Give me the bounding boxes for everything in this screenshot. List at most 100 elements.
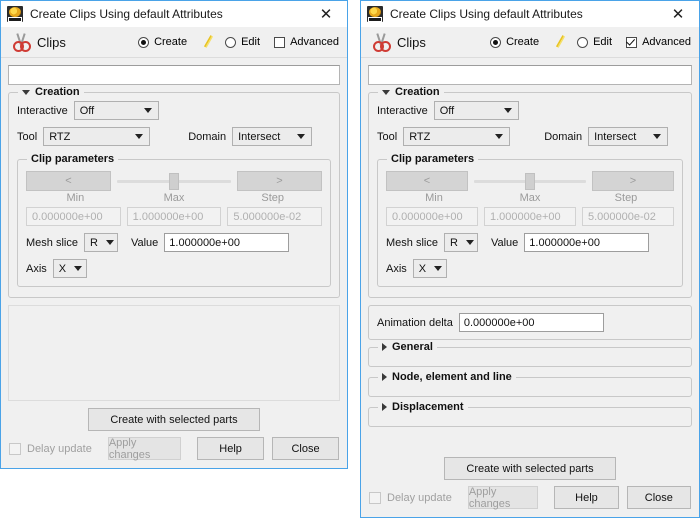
axis-select[interactable]: X <box>52 259 87 278</box>
domain-label: Domain <box>544 130 583 143</box>
checkbox-advanced-label: Advanced <box>290 36 339 48</box>
displacement-section[interactable]: Displacement <box>368 401 692 427</box>
step-input[interactable]: 5.000000e-02 <box>582 207 674 226</box>
chevron-down-icon <box>653 134 662 139</box>
mode-header: Clips Create Edit Advanced <box>1 27 347 58</box>
interactive-row: Interactive Off <box>17 101 331 120</box>
clip-name-input[interactable] <box>8 65 340 85</box>
chevron-down-icon <box>22 89 30 95</box>
clips-dialog-basic: Create Clips Using default Attributes ✕ … <box>0 0 348 469</box>
animation-delta-row: Animation delta 0.000000e+00 <box>377 313 683 332</box>
domain-select[interactable]: Intersect <box>232 127 313 146</box>
domain-select[interactable]: Intersect <box>588 127 669 146</box>
pencil-icon <box>201 34 217 50</box>
chevron-down-icon <box>465 240 474 245</box>
minmaxstep-fields: 0.000000e+00 1.000000e+00 5.000000e-02 <box>26 207 323 226</box>
checkbox-advanced[interactable] <box>626 36 638 48</box>
empty-content-area <box>8 305 340 401</box>
tool-select[interactable]: RTZ <box>403 127 511 146</box>
next-step-button[interactable]: > <box>592 171 674 191</box>
apply-changes-button[interactable]: Apply changes <box>467 486 539 510</box>
interactive-label: Interactive <box>377 104 428 117</box>
prev-step-button[interactable]: < <box>26 171 111 191</box>
clip-slider[interactable] <box>117 171 231 191</box>
tool-label: Tool <box>17 130 38 143</box>
node-element-line-section[interactable]: Node, element and line <box>368 371 692 397</box>
prev-step-button[interactable]: < <box>386 171 468 191</box>
interactive-label: Interactive <box>17 104 68 117</box>
radio-create[interactable] <box>490 36 502 48</box>
slider-row: < > <box>26 171 322 191</box>
step-label: Step <box>261 192 284 204</box>
node-element-line-title: Node, element and line <box>392 371 512 383</box>
animation-group: Animation delta 0.000000e+00 <box>368 305 692 340</box>
panel-title: Clips <box>37 34 66 50</box>
tool-select[interactable]: RTZ <box>43 127 151 146</box>
checkbox-advanced[interactable] <box>274 36 286 48</box>
axis-select[interactable]: X <box>412 259 447 278</box>
delay-update-checkbox[interactable] <box>369 491 381 504</box>
value-input[interactable]: 1.000000e+00 <box>164 233 290 252</box>
min-input[interactable]: 0.000000e+00 <box>26 207 121 226</box>
tool-domain-row: Tool RTZ Domain Intersect <box>377 127 683 146</box>
delay-update-checkbox[interactable] <box>9 442 21 455</box>
next-step-button[interactable]: > <box>237 171 322 191</box>
delay-update-group: Delay update <box>369 491 452 504</box>
value-input[interactable]: 1.000000e+00 <box>524 233 650 252</box>
axis-row: Axis X <box>26 259 322 278</box>
domain-value: Intersect <box>238 130 281 143</box>
dialog-body: Creation Interactive Off Tool RTZ Domain… <box>361 58 699 450</box>
create-with-selected-parts-button[interactable]: Create with selected parts <box>88 408 260 431</box>
slider-thumb[interactable] <box>169 173 179 190</box>
min-input[interactable]: 0.000000e+00 <box>386 207 478 226</box>
clip-slider[interactable] <box>474 171 586 191</box>
node-element-line-header[interactable]: Node, element and line <box>378 371 516 383</box>
creation-group-header[interactable]: Creation <box>18 86 84 98</box>
interactive-value: Off <box>79 104 95 117</box>
radio-edit[interactable] <box>577 36 589 48</box>
app-emblem-icon <box>7 6 23 22</box>
delay-update-label: Delay update <box>387 491 452 504</box>
chevron-down-icon <box>434 266 443 271</box>
slider-thumb[interactable] <box>525 173 535 190</box>
interactive-select[interactable]: Off <box>433 101 519 120</box>
slider-row: < > <box>386 171 674 191</box>
minmaxstep-labels: Min Max Step <box>26 192 322 204</box>
general-section-header[interactable]: General <box>378 341 437 353</box>
radio-create-label: Create <box>154 36 188 48</box>
tool-label: Tool <box>377 130 398 143</box>
axis-value: X <box>58 262 67 275</box>
close-button[interactable]: Close <box>272 437 339 460</box>
apply-changes-button[interactable]: Apply changes <box>107 437 182 461</box>
max-input[interactable]: 1.000000e+00 <box>126 207 222 226</box>
step-input[interactable]: 5.000000e-02 <box>227 207 323 226</box>
radio-create[interactable] <box>138 36 150 48</box>
radio-edit[interactable] <box>225 36 237 48</box>
tool-domain-row: Tool RTZ Domain Intersect <box>17 127 331 146</box>
creation-group-header[interactable]: Creation <box>378 86 444 98</box>
mesh-slice-select[interactable]: R <box>443 233 478 252</box>
mesh-slice-select[interactable]: R <box>83 233 118 252</box>
help-button[interactable]: Help <box>197 437 265 460</box>
create-with-selected-parts-button[interactable]: Create with selected parts <box>444 457 616 480</box>
mode-group: Create Edit Advanced <box>490 34 691 50</box>
chevron-down-icon <box>297 134 306 139</box>
max-input[interactable]: 1.000000e+00 <box>484 207 576 226</box>
general-section-title: General <box>392 341 433 353</box>
chevron-down-icon <box>143 108 152 113</box>
mesh-slice-value: R <box>449 236 458 249</box>
domain-label: Domain <box>188 130 227 143</box>
close-button[interactable]: Close <box>626 486 691 509</box>
creation-group: Creation Interactive Off Tool RTZ Domain… <box>8 86 340 298</box>
radio-create-label: Create <box>506 36 540 48</box>
minmaxstep-fields: 0.000000e+00 1.000000e+00 5.000000e-02 <box>386 207 674 226</box>
creation-group-title: Creation <box>35 86 80 98</box>
animation-delta-input[interactable]: 0.000000e+00 <box>458 313 604 332</box>
help-button[interactable]: Help <box>554 486 619 509</box>
close-icon[interactable]: ✕ <box>305 1 347 27</box>
close-icon[interactable]: ✕ <box>657 1 699 27</box>
general-section[interactable]: General <box>368 341 692 367</box>
clip-name-input[interactable] <box>368 65 692 85</box>
displacement-header[interactable]: Displacement <box>378 401 468 413</box>
interactive-select[interactable]: Off <box>73 101 159 120</box>
